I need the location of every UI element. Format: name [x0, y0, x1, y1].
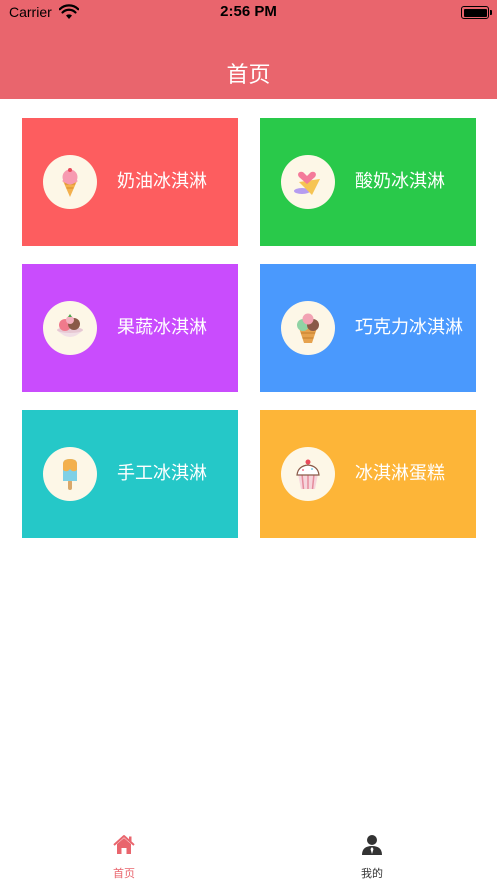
category-card-cake[interactable]: 冰淇淋蛋糕 — [260, 410, 476, 538]
card-icon-container — [43, 155, 97, 209]
chocolate-ice-cream-icon — [297, 313, 319, 343]
card-label: 巧克力冰淇淋 — [355, 317, 463, 338]
category-card-chocolate[interactable]: 巧克力冰淇淋 — [260, 264, 476, 392]
category-card-cream[interactable]: 奶油冰淇淋 — [22, 118, 238, 246]
card-icon-container — [43, 301, 97, 355]
battery-icon — [461, 6, 492, 19]
tab-bar: 首页 我的 — [0, 819, 497, 883]
status-bar: Carrier 2:56 PM — [0, 0, 497, 26]
ice-cream-cake-icon — [296, 459, 320, 490]
category-card-handmade[interactable]: 手工冰淇淋 — [22, 410, 238, 538]
card-label: 冰淇淋蛋糕 — [355, 463, 445, 484]
tab-profile-label: 我的 — [361, 867, 383, 880]
card-label: 果蔬冰淇淋 — [117, 317, 207, 338]
card-label: 酸奶冰淇淋 — [355, 171, 445, 192]
card-icon-container — [281, 447, 335, 501]
tab-home[interactable]: 首页 — [64, 819, 184, 883]
tab-profile[interactable]: 我的 — [312, 819, 432, 883]
ice-cream-cone-icon — [62, 168, 78, 197]
popsicle-icon — [63, 459, 77, 490]
fruit-ice-cream-bowl-icon — [57, 314, 83, 337]
page-title: 首页 — [226, 63, 271, 88]
user-icon — [362, 835, 382, 855]
status-time: 2:56 PM — [220, 3, 277, 20]
card-icon-container — [281, 301, 335, 355]
navigation-header: Carrier 2:56 PM 首页 — [0, 0, 497, 99]
card-icon-container — [281, 155, 335, 209]
home-icon — [113, 835, 135, 854]
tab-home-label: 首页 — [113, 867, 135, 880]
card-label: 手工冰淇淋 — [117, 463, 207, 484]
card-label: 奶油冰淇淋 — [117, 171, 207, 192]
ice-cream-heart-icon — [294, 171, 320, 195]
card-icon-container — [43, 447, 97, 501]
category-card-fruit[interactable]: 果蔬冰淇淋 — [22, 264, 238, 392]
category-card-yogurt[interactable]: 酸奶冰淇淋 — [260, 118, 476, 246]
